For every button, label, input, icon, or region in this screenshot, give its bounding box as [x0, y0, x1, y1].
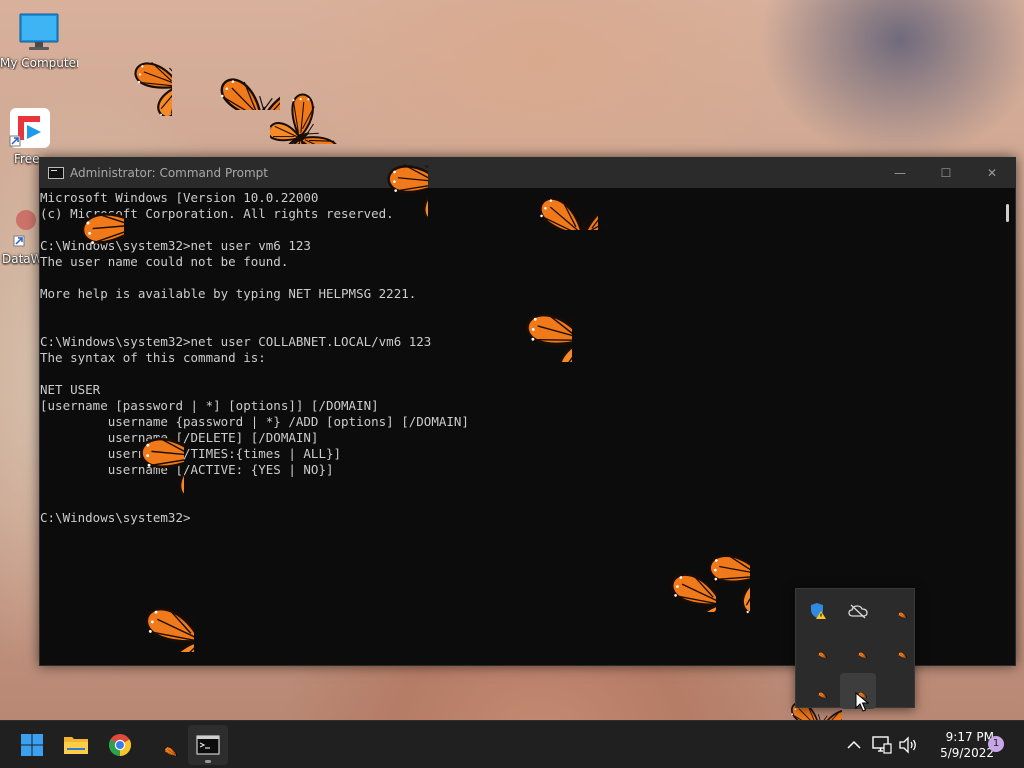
- clock-time: 9:17 PM: [945, 730, 994, 744]
- taskbar: 9:17 PM 5/9/2022: [0, 720, 1024, 768]
- minimize-button[interactable]: —: [877, 158, 923, 188]
- terminal-line: NET USER: [40, 382, 101, 397]
- terminal-icon: [196, 735, 220, 755]
- speaker-icon: [899, 736, 916, 754]
- butterfly-icon: [151, 734, 177, 756]
- butterfly-icon: [464, 266, 572, 362]
- chrome-icon: [109, 734, 131, 756]
- desktop-icon-label: My Computer: [0, 56, 78, 70]
- file-explorer-button[interactable]: [56, 725, 96, 765]
- tray-flyout-item[interactable]: [800, 633, 836, 669]
- tray-flyout-item[interactable]: [840, 633, 876, 669]
- butterfly-icon: [16, 178, 124, 270]
- windows-logo-icon: [21, 734, 43, 756]
- command-prompt-button[interactable]: [188, 725, 228, 765]
- butterfly-icon: [164, 30, 280, 110]
- terminal-line: username {password | *} /ADD [options] […: [40, 414, 469, 429]
- butterfly-icon: [889, 604, 907, 618]
- clock-date: 5/9/2022: [940, 746, 994, 760]
- desktop[interactable]: My Computer Free DataW Administrator: Co…: [0, 0, 1024, 720]
- terminal-scrollbar[interactable]: [1001, 188, 1015, 665]
- butterfly-icon: [76, 392, 184, 494]
- notification-badge[interactable]: 1: [988, 736, 1004, 752]
- terminal-line: username [/ACTIVE: {YES | NO}]: [40, 462, 334, 477]
- tray-flyout-item[interactable]: [800, 673, 836, 709]
- butterfly-icon: [480, 150, 598, 230]
- butterfly-icon: [849, 644, 867, 658]
- butterfly-icon: [809, 684, 827, 698]
- scrollbar-thumb[interactable]: [1006, 204, 1009, 222]
- start-button[interactable]: [12, 725, 52, 765]
- desktop-icon-my-computer[interactable]: My Computer: [0, 10, 78, 70]
- tray-overflow-flyout: [795, 588, 916, 709]
- butterfly-app-button[interactable]: [144, 725, 184, 765]
- clock[interactable]: 9:17 PM 5/9/2022: [924, 729, 994, 761]
- chevron-up-icon: [847, 740, 861, 749]
- mouse-cursor-icon: [855, 692, 869, 712]
- butterfly-icon: [650, 500, 750, 614]
- tray-flyout-item[interactable]: [880, 633, 916, 669]
- terminal-line: C:\Windows\system32>net user vm6 123: [40, 238, 311, 253]
- butterfly-icon: [889, 644, 907, 658]
- security-warning-icon: [811, 603, 826, 619]
- tray-flyout-item[interactable]: [840, 593, 876, 629]
- active-indicator: [205, 760, 211, 763]
- cloud-offline-icon: [848, 604, 868, 619]
- tray-flyout-item[interactable]: [880, 593, 916, 629]
- chrome-button[interactable]: [100, 725, 140, 765]
- tray-chevron-button[interactable]: [834, 725, 874, 765]
- free-app-icon: [8, 106, 52, 150]
- butterfly-icon: [86, 6, 172, 116]
- volume-button[interactable]: [896, 725, 920, 765]
- terminal-line: C:\Windows\system32>: [40, 510, 191, 525]
- tray-flyout-item[interactable]: [800, 593, 836, 629]
- maximize-button[interactable]: ☐: [923, 158, 969, 188]
- butterfly-icon: [328, 120, 428, 220]
- terminal-line: [username [password | *] [options]] [/DO…: [40, 398, 379, 413]
- terminal-line: username [/TIMES:{times | ALL}]: [40, 446, 342, 461]
- monitor-icon: [17, 10, 61, 54]
- folder-icon: [64, 737, 88, 754]
- close-button[interactable]: ✕: [969, 158, 1015, 188]
- terminal-line: username [/DELETE] [/DOMAIN]: [40, 430, 319, 445]
- network-icon: [872, 736, 892, 754]
- butterfly-icon: [809, 644, 827, 658]
- butterfly-icon: [86, 556, 194, 652]
- network-button[interactable]: [870, 725, 894, 765]
